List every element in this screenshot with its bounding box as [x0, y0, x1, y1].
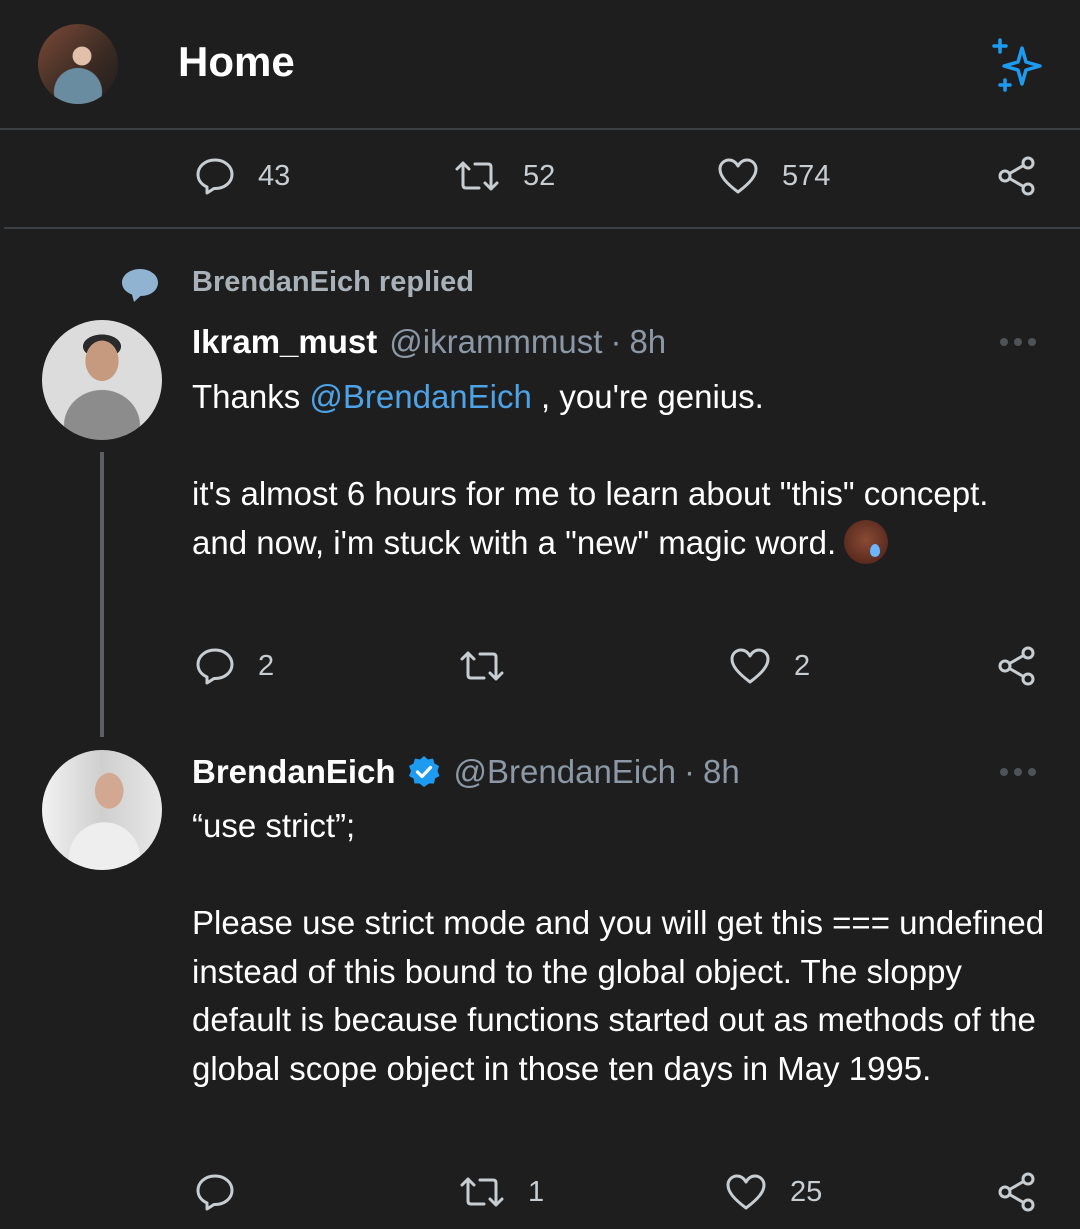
author-handle[interactable]: @ikrammmust: [389, 323, 602, 361]
verified-badge-icon: [408, 756, 440, 787]
like-count: 574: [782, 159, 831, 192]
reply-button[interactable]: [194, 1162, 258, 1222]
share-button[interactable]: [996, 636, 1038, 696]
tweet-header: BrendanEich @BrendanEich · 8h: [192, 752, 740, 792]
tweet-text-segment: Thanks: [192, 378, 310, 415]
ikram-avatar[interactable]: [42, 320, 162, 440]
mention-link[interactable]: @BrendanEich: [309, 378, 531, 415]
like-button[interactable]: 574: [716, 146, 830, 206]
retweet-icon: [460, 651, 504, 681]
retweet-count: 1: [528, 1175, 545, 1208]
tweet-text: Thanks @BrendanEich , you're genius. it'…: [192, 373, 1052, 567]
retweet-button[interactable]: 1: [458, 1162, 544, 1222]
like-count: 25: [790, 1175, 823, 1208]
tweet-text: “use strict”; Please use strict mode and…: [192, 802, 1052, 1093]
header-divider: [0, 128, 1080, 130]
share-icon: [998, 1172, 1035, 1212]
tweet-time[interactable]: 8h: [703, 753, 740, 791]
page-title: Home: [178, 38, 295, 85]
tweet-paragraph: “use strict”;: [192, 807, 356, 844]
replied-context: [120, 262, 160, 308]
reply-icon: [196, 1174, 234, 1211]
top-bar: Home: [0, 0, 1080, 128]
tweet-action-bar: 43 52 574: [0, 146, 1080, 206]
share-button[interactable]: [996, 1162, 1038, 1222]
tweet-paragraph: it's almost 6 hours for me to learn abou…: [192, 475, 989, 512]
more-options-icon[interactable]: [1000, 767, 1036, 777]
like-button[interactable]: 25: [724, 1162, 822, 1222]
share-icon: [998, 646, 1035, 686]
separator-dot: ·: [684, 753, 696, 790]
reply-button[interactable]: 2: [194, 636, 274, 696]
heart-icon: [726, 1174, 766, 1210]
tweet-text-segment: , you're genius.: [531, 378, 764, 415]
brendaneich-avatar[interactable]: [42, 750, 162, 870]
heart-icon: [730, 648, 770, 684]
like-count: 2: [794, 649, 811, 682]
reply-button[interactable]: 43: [194, 146, 290, 206]
my-profile-avatar[interactable]: [38, 24, 118, 104]
share-button[interactable]: [996, 146, 1038, 206]
author-name[interactable]: Ikram_must: [192, 323, 377, 361]
retweet-icon: [460, 1177, 504, 1207]
tweet-action-bar: 1 25: [0, 1162, 1080, 1222]
tweet-divider: [4, 227, 1080, 229]
heart-icon: [718, 158, 758, 194]
tweet-paragraph: Please use strict mode and you will get …: [192, 904, 1045, 1087]
tweet-time[interactable]: 8h: [629, 323, 666, 361]
retweet-icon: [455, 161, 499, 191]
sparkle-icon[interactable]: [988, 36, 1046, 94]
reply-icon: [196, 648, 234, 685]
tweet-paragraph: and now, i'm stuck with a "new" magic wo…: [192, 523, 837, 561]
separator-dot: ·: [610, 323, 622, 360]
reply-count: 2: [258, 649, 275, 682]
reply-icon: [196, 158, 234, 195]
sweat-smile-emoji-icon: [844, 519, 889, 564]
author-handle[interactable]: @BrendanEich: [454, 753, 676, 791]
share-icon: [998, 156, 1035, 196]
retweet-count: 52: [523, 159, 556, 192]
tweet-action-bar: 2 2: [0, 636, 1080, 696]
like-button[interactable]: 2: [728, 636, 810, 696]
tweet-header: Ikram_must @ikrammmust · 8h: [192, 322, 666, 362]
retweet-button[interactable]: 52: [453, 146, 555, 206]
replied-label: BrendanEich replied: [192, 266, 475, 298]
speech-bubble-icon: [122, 269, 158, 302]
retweet-button[interactable]: [458, 636, 528, 696]
more-options-icon[interactable]: [1000, 337, 1036, 347]
author-name[interactable]: BrendanEich: [192, 753, 396, 791]
reply-count: 43: [258, 159, 291, 192]
